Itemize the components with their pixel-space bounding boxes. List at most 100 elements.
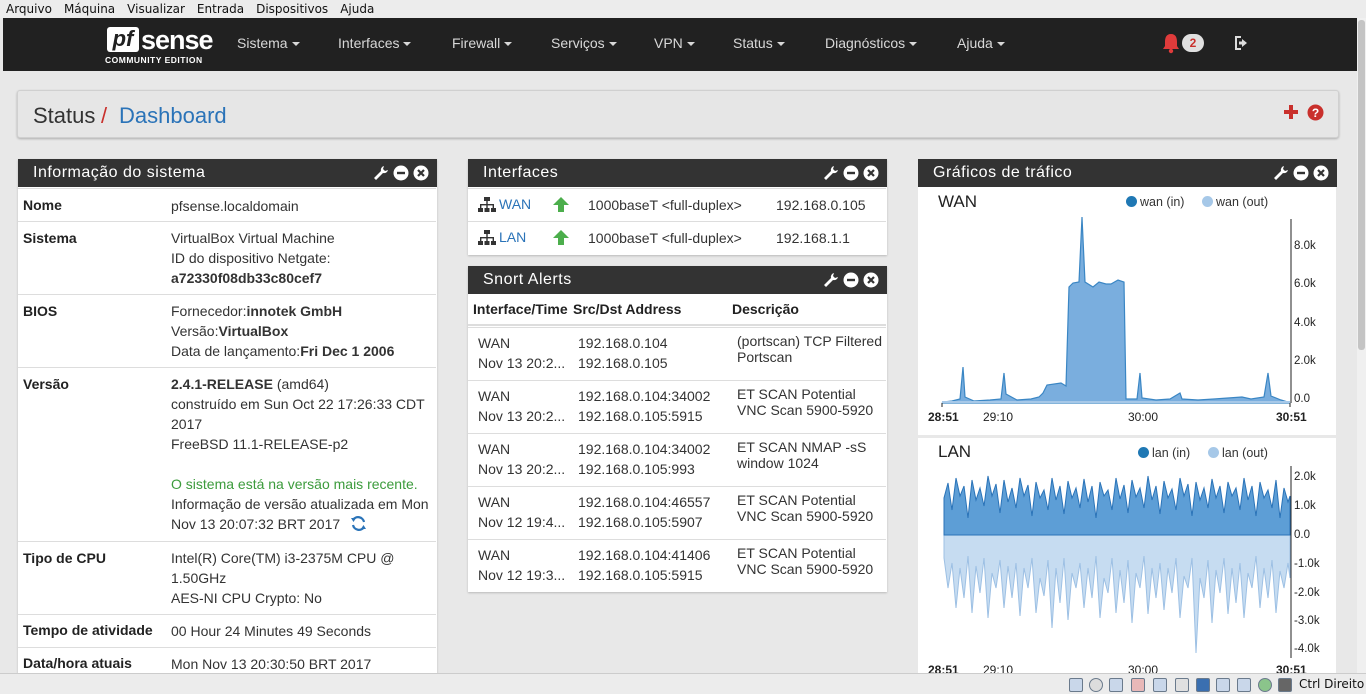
nav-status[interactable]: Status bbox=[733, 35, 785, 51]
alert-iface-time: WAN Nov 12 19:4... bbox=[478, 492, 573, 532]
wrench-icon[interactable] bbox=[373, 165, 389, 181]
nav-diagnosticos[interactable]: Diagnósticos bbox=[825, 35, 918, 51]
y-tick: 6.0k bbox=[1294, 278, 1316, 290]
nav-firewall[interactable]: Firewall bbox=[452, 35, 513, 51]
video-capture-icon[interactable] bbox=[1216, 678, 1230, 692]
scrollbar-thumb[interactable] bbox=[1358, 20, 1365, 350]
alert-iface-time: WAN Nov 12 19:3... bbox=[478, 545, 573, 585]
widget-title: Informação do sistema bbox=[33, 164, 206, 181]
build-date: construído em Sun Oct 22 17:26:33 CDT bbox=[171, 396, 425, 412]
y-tick: -1.0k bbox=[1294, 558, 1320, 570]
widget-header: Gráficos de tráfico bbox=[918, 159, 1337, 187]
alert-addresses: 192.168.0.104 192.168.0.105 bbox=[578, 333, 668, 373]
breadcrumb-page[interactable]: Dashboard bbox=[119, 103, 227, 129]
sysinfo-value: Mon Nov 13 20:30:50 BRT 2017 bbox=[171, 656, 372, 672]
sysinfo-line: VirtualBox Virtual Machine bbox=[171, 230, 335, 246]
interface-ip: 192.168.0.105 bbox=[776, 197, 866, 213]
nav-label: Firewall bbox=[452, 35, 501, 51]
wrench-icon[interactable] bbox=[1273, 165, 1289, 181]
host-key-icon[interactable] bbox=[1278, 678, 1292, 692]
sysinfo-label: Sistema bbox=[23, 230, 77, 246]
close-icon[interactable] bbox=[413, 165, 429, 181]
sysinfo-row-cpu: Tipo de CPU Intel(R) Core(TM) i3-2375M C… bbox=[18, 541, 436, 614]
nav-interfaces[interactable]: Interfaces bbox=[338, 35, 412, 51]
minimize-icon[interactable] bbox=[393, 165, 409, 181]
bios-version-label: Versão: bbox=[171, 323, 219, 339]
shared-folder-icon[interactable] bbox=[1175, 678, 1189, 692]
close-icon[interactable] bbox=[1313, 165, 1329, 181]
mouse-integration-icon[interactable] bbox=[1258, 678, 1272, 692]
bell-icon[interactable] bbox=[1161, 32, 1181, 54]
alert-src: 192.168.0.104:46557 bbox=[578, 494, 711, 510]
bios-vendor-label: Fornecedor: bbox=[171, 303, 247, 319]
audio-icon[interactable] bbox=[1109, 678, 1123, 692]
widget-title: Snort Alerts bbox=[483, 271, 572, 288]
caret-down-icon bbox=[291, 42, 300, 47]
help-icon[interactable]: ? bbox=[1307, 104, 1324, 121]
logout-icon[interactable] bbox=[1232, 33, 1252, 53]
network-icon bbox=[478, 197, 496, 212]
vbox-menu-entrada[interactable]: Entrada bbox=[191, 2, 250, 16]
alert-description: (portscan) TCP Filtered Portscan bbox=[737, 333, 882, 365]
y-tick: 4.0k bbox=[1294, 317, 1316, 329]
sysinfo-label: Data/hora atuais bbox=[23, 655, 132, 671]
interface-ip: 192.168.1.1 bbox=[776, 230, 850, 246]
wan-out-area bbox=[942, 401, 1290, 403]
display-icon[interactable] bbox=[1196, 678, 1210, 692]
nav-sistema[interactable]: Sistema bbox=[237, 35, 300, 51]
lan-out-area bbox=[943, 534, 1291, 654]
hdd-icon[interactable] bbox=[1069, 678, 1083, 692]
add-widget-icon[interactable] bbox=[1283, 104, 1299, 120]
nav-vpn[interactable]: VPN bbox=[654, 35, 695, 51]
alert-src: 192.168.0.104:34002 bbox=[578, 388, 711, 404]
minimize-icon[interactable] bbox=[1293, 165, 1309, 181]
minimize-icon[interactable] bbox=[843, 165, 859, 181]
svg-text:?: ? bbox=[1312, 106, 1319, 120]
alert-addresses: 192.168.0.104:34002 192.168.0.105:5915 bbox=[578, 386, 710, 426]
close-icon[interactable] bbox=[863, 272, 879, 288]
breadcrumb-section: Status bbox=[33, 103, 96, 128]
cpu-icon[interactable] bbox=[1237, 678, 1251, 692]
wrench-icon[interactable] bbox=[823, 165, 839, 181]
lan-traffic-graph: LAN lan (in) lan (out) 2.0k 1.0k 0.0 -1.… bbox=[918, 438, 1336, 677]
wrench-icon[interactable] bbox=[823, 272, 839, 288]
interface-link-lan[interactable]: LAN bbox=[499, 229, 526, 245]
vbox-menu-arquivo[interactable]: Arquivo bbox=[0, 2, 58, 16]
vbox-menu-ajuda[interactable]: Ajuda bbox=[334, 2, 380, 16]
minimize-icon[interactable] bbox=[843, 272, 859, 288]
caret-down-icon bbox=[776, 42, 785, 47]
page-scrollbar[interactable] bbox=[1357, 18, 1366, 673]
vbox-menu-visualizar[interactable]: Visualizar bbox=[121, 2, 191, 16]
optical-drive-icon[interactable] bbox=[1089, 678, 1103, 692]
usb-icon[interactable] bbox=[1153, 678, 1167, 692]
vbox-menu-maquina[interactable]: Máquina bbox=[58, 2, 121, 16]
lan-in-area bbox=[943, 475, 1291, 536]
alert-iface-time: WAN Nov 13 20:2... bbox=[478, 333, 573, 373]
arrow-up-icon bbox=[553, 197, 569, 212]
nav-label: Serviços bbox=[551, 35, 605, 51]
refresh-icon[interactable] bbox=[350, 516, 367, 531]
nav-ajuda[interactable]: Ajuda bbox=[957, 35, 1005, 51]
alert-src: 192.168.0.104:34002 bbox=[578, 441, 711, 457]
network-adapter-icon[interactable] bbox=[1131, 678, 1145, 692]
bios-date: Fri Dec 1 2006 bbox=[300, 343, 395, 359]
alert-description: ET SCAN NMAP -sS window 1024 bbox=[737, 439, 867, 471]
version-number: 2.4.1-RELEASE bbox=[171, 376, 273, 392]
close-icon[interactable] bbox=[863, 165, 879, 181]
wan-in-area bbox=[941, 216, 1291, 404]
widget-header: Informação do sistema bbox=[18, 159, 437, 187]
freebsd-version: FreeBSD 11.1-RELEASE-p2 bbox=[171, 436, 349, 452]
cpu-model: Intel(R) Core(TM) i3-2375M CPU @ bbox=[171, 550, 395, 566]
vbox-menu-dispositivos[interactable]: Dispositivos bbox=[250, 2, 334, 16]
y-tick: 1.0k bbox=[1294, 500, 1316, 512]
pfsense-logo[interactable]: pf sense COMMUNITY EDITION bbox=[104, 25, 214, 66]
alert-description: ET SCAN Potential VNC Scan 5900-5920 bbox=[737, 492, 874, 524]
sysinfo-label: Versão bbox=[23, 376, 69, 392]
interface-link-wan[interactable]: WAN bbox=[499, 196, 531, 212]
sysinfo-value: VirtualBox Virtual Machine ID do disposi… bbox=[171, 228, 335, 288]
widget-title: Gráficos de tráfico bbox=[933, 164, 1073, 181]
bios-vendor: innotek GmbH bbox=[246, 303, 343, 319]
nav-servicos[interactable]: Serviços bbox=[551, 35, 617, 51]
notification-count-badge[interactable]: 2 bbox=[1182, 34, 1204, 52]
alert-iface: WAN bbox=[478, 335, 511, 351]
